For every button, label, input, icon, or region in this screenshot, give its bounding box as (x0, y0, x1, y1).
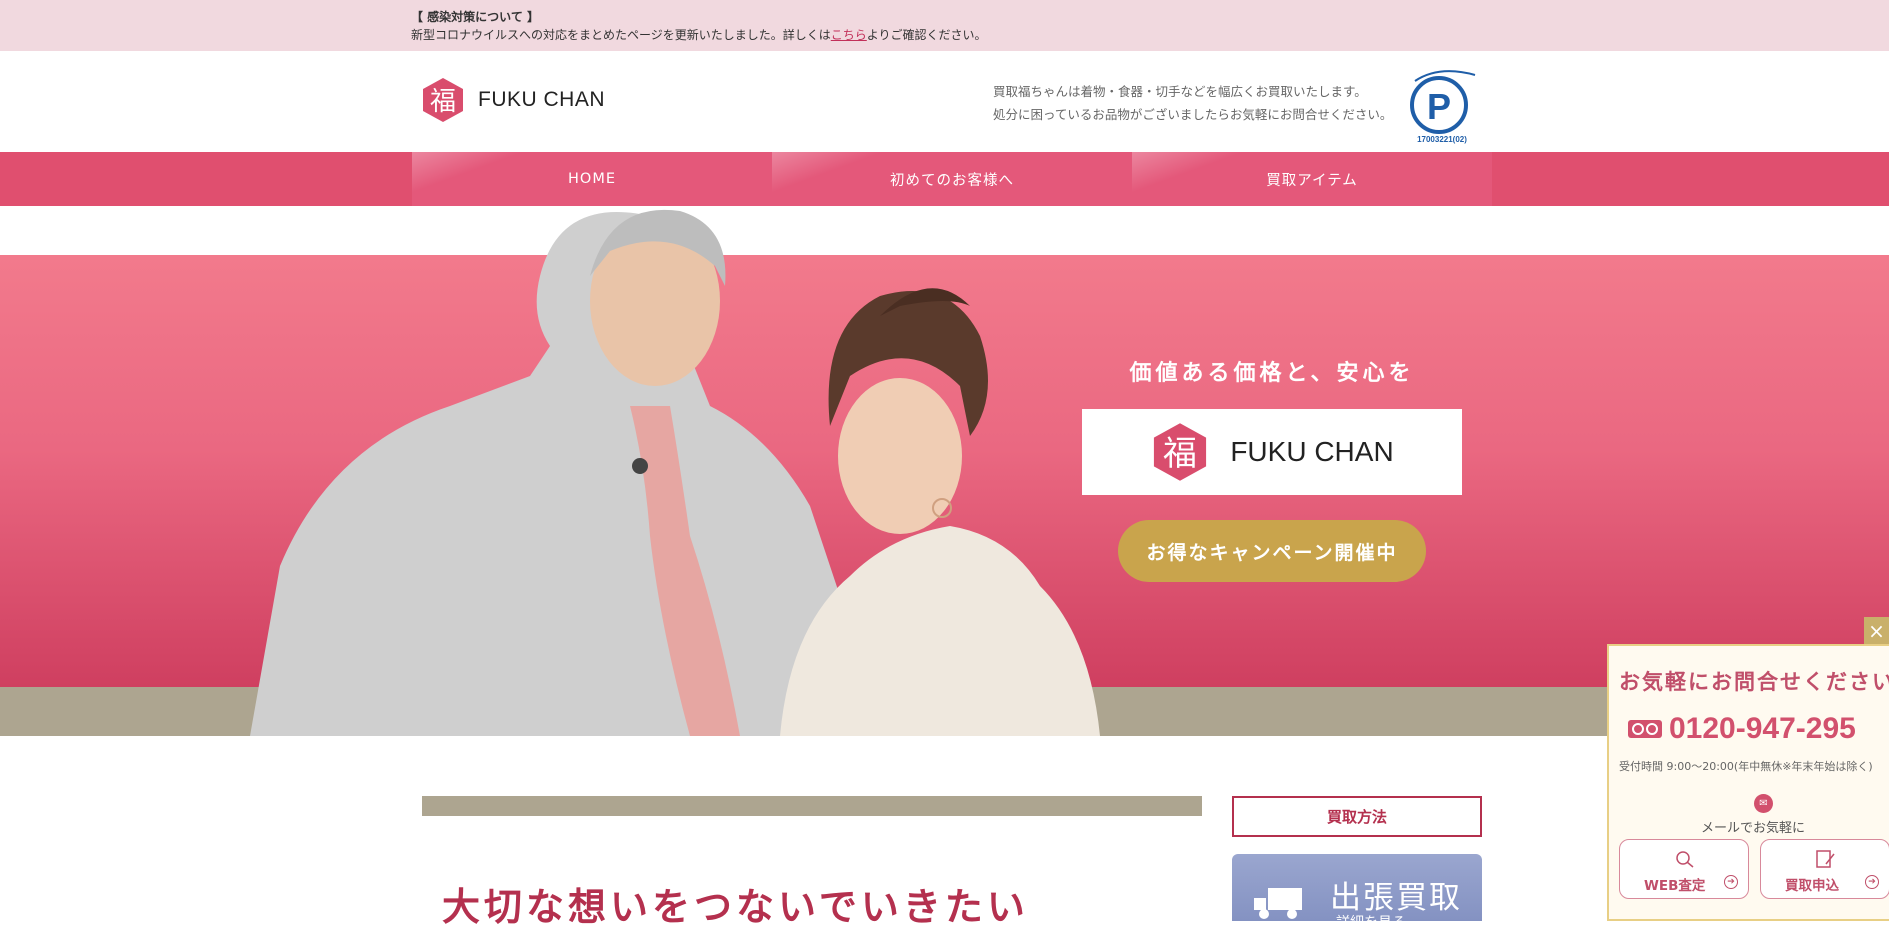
notice-title: 【 感染対策について 】 (411, 10, 539, 24)
section-heading: 大切な想いをつないでいきたい (442, 885, 1029, 929)
logo-name: FUKU CHAN (478, 88, 606, 111)
notice-text: 新型コロナウイルスへの対応をまとめたページを更新いたしました。詳しくはこちらより… (411, 26, 987, 44)
web-appraisal-label: WEB査定 (1644, 878, 1706, 894)
purchase-apply-label: 買取申込 (1785, 878, 1839, 894)
svg-text:福: 福 (1163, 434, 1197, 473)
notice-bar: 【 感染対策について 】 新型コロナウイルスへの対応をまとめたページを更新いたし… (0, 0, 1889, 51)
home-visit-sub: 詳細を見る (1336, 912, 1406, 921)
arrow-right-icon: ➔ (1724, 875, 1738, 889)
nav-item-items[interactable]: 買取アイテム (1132, 152, 1492, 206)
appraisal-icon (1676, 851, 1694, 868)
privacy-mark-icon: P 17003221(02) (1410, 70, 1476, 144)
svg-text:17003221(02): 17003221(02) (1417, 135, 1467, 144)
hero-banner: 価値ある価格と、安心を 福 FUKU CHAN お得なキャンペーン開催中 (0, 206, 1889, 736)
tagline-line-1: 買取福ちゃんは着物・食器・切手などを幅広くお買取いたします。 (993, 84, 1367, 99)
freedial-icon (1628, 720, 1662, 738)
nav-item-home[interactable]: HOME (412, 152, 772, 206)
mail-text: メールでお気軽に (1701, 821, 1806, 836)
svg-text:福: 福 (430, 87, 456, 117)
contact-widget: お気軽にお問合せください 0120-947-295 受付時間 9:00〜20:0… (1607, 644, 1889, 921)
site-logo[interactable]: 福 FUKU CHAN (420, 77, 605, 123)
sidebar-title: 買取方法 (1232, 796, 1482, 837)
hero-couple-image (250, 209, 1100, 736)
notice-text-before: 新型コロナウイルスへの対応をまとめたページを更新いたしました。詳しくは (411, 28, 831, 42)
hero-logo-name: FUKU CHAN (1230, 436, 1394, 467)
arrow-right-icon: ➔ (1865, 875, 1879, 889)
content-divider-bar (422, 796, 1202, 816)
campaign-button[interactable]: お得なキャンペーン開催中 (1118, 520, 1426, 582)
purchase-apply-button[interactable]: 買取申込 ➔ (1760, 839, 1889, 899)
fuku-logo-icon: 福 (423, 78, 463, 122)
hero-logo-box: 福 FUKU CHAN (1082, 409, 1462, 495)
home-visit-card[interactable]: 出張買取 詳細を見る (1232, 854, 1482, 921)
home-visit-label: 出張買取 (1330, 880, 1462, 916)
truck-icon (1254, 888, 1302, 919)
contact-title: お気軽にお問合せください (1619, 670, 1889, 694)
hero-copy: 価値ある価格と、安心を (1129, 361, 1415, 386)
web-appraisal-button[interactable]: WEB査定 ➔ (1619, 839, 1749, 899)
notice-text-after: よりご確認ください。 (866, 28, 987, 42)
global-nav: HOME 初めてのお客様へ 買取アイテム (0, 152, 1889, 206)
contact-hours: 受付時間 9:00〜20:00(年中無休※年末年始は除く) (1619, 760, 1873, 773)
mail-icon: ✉ (1754, 794, 1773, 813)
nav-item-first-time[interactable]: 初めてのお客様へ (772, 152, 1132, 206)
tagline-line-2: 処分に困っているお品物がございましたらお気軽にお問合せください。 (993, 107, 1393, 122)
phone-number: 0120-947-295 (1669, 712, 1856, 745)
header-tagline: 買取福ちゃんは着物・食器・切手などを幅広くお買取いたします。 処分に困っているお… (993, 80, 1392, 126)
contact-phone[interactable]: 0120-947-295 (1627, 712, 1856, 746)
svg-text:P: P (1427, 86, 1451, 127)
fuku-logo-icon: 福 (1154, 423, 1207, 481)
site-header: 福 FUKU CHAN 買取福ちゃんは着物・食器・切手などを幅広くお買取いたしま… (0, 51, 1889, 152)
close-icon[interactable]: × (1864, 617, 1889, 644)
application-icon (1816, 850, 1835, 868)
notice-link[interactable]: こちら (831, 28, 867, 42)
